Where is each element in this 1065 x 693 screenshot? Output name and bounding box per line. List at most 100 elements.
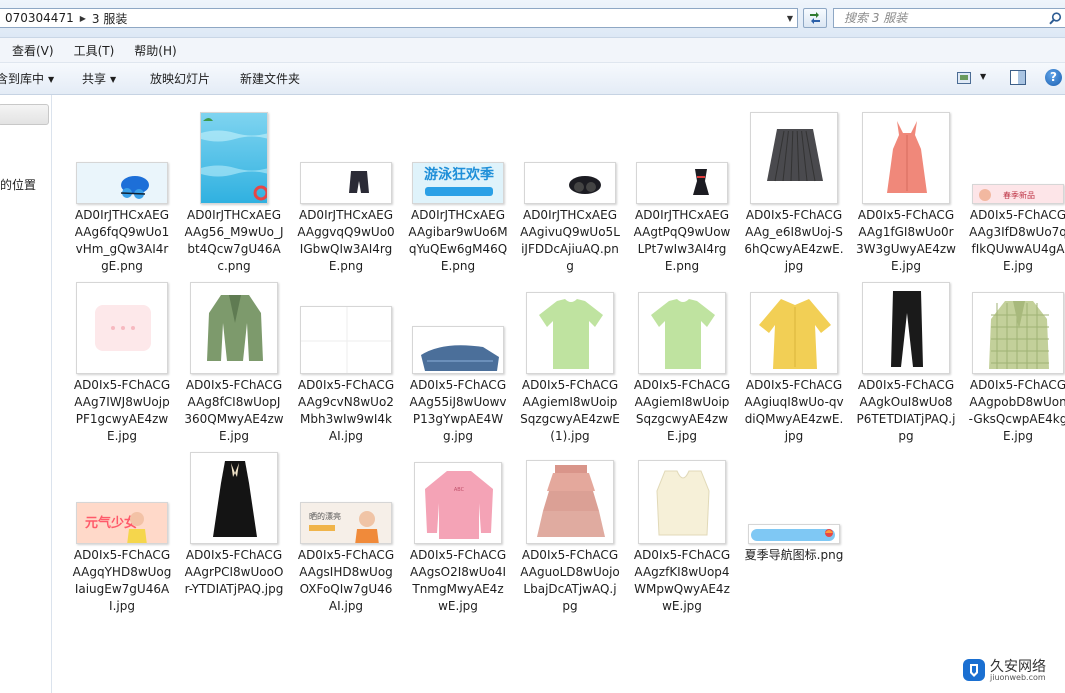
file-thumbnail[interactable]: [636, 162, 728, 204]
file-name-label[interactable]: AD0Ix5-FChACGAAg8fCI8wUopJ360QMwyAE4zwE.…: [184, 377, 284, 445]
preview-pane-icon[interactable]: [1010, 70, 1026, 85]
file-item[interactable]: AD0Ix5-FChACGAAgzfKI8wUop4WMpwQwyAE4zwE.…: [632, 443, 732, 613]
file-thumbnail[interactable]: ABC: [414, 462, 502, 544]
file-item[interactable]: AD0IrJTHCxAEGAAgivuQ9wUo5LiJFDDcAjiuAQ.p…: [520, 103, 620, 273]
new-folder-button[interactable]: 新建文件夹: [240, 70, 300, 87]
file-thumbnail[interactable]: 晒的漂亮: [300, 502, 392, 544]
file-name-label[interactable]: AD0IrJTHCxAEGAAgivuQ9wUo5LiJFDDcAjiuAQ.p…: [520, 207, 620, 275]
file-name-label[interactable]: AD0IrJTHCxAEGAAg6fqQ9wUo1vHm_gQw3AI4rgE.…: [72, 207, 172, 275]
file-item[interactable]: AD0Ix5-FChACGAAgkOuI8wUo8P6TETDIATjPAQ.j…: [856, 273, 956, 443]
file-name-label[interactable]: AD0Ix5-FChACGAAg_e6I8wUoj-S6hQcwyAE4zwE.…: [744, 207, 844, 275]
menu-view[interactable]: 查看(V): [4, 42, 62, 59]
file-name-label[interactable]: AD0Ix5-FChACGAAgiemI8wUoipSqzgcwyAE4zwE …: [520, 377, 620, 445]
address-bar[interactable]: 070304471 ▶ 3 服装 ▼: [0, 8, 798, 28]
file-item[interactable]: 晒的漂亮 AD0Ix5-FChACGAAgsIHD8wUogOXFoQIw7gU4…: [296, 443, 396, 613]
breadcrumb-folder-parent[interactable]: 070304471: [0, 11, 80, 25]
file-item[interactable]: 元气少女 AD0Ix5-FChACGAAgqYHD8wUogIaiugEw7gU4…: [72, 443, 172, 613]
view-dropdown-icon[interactable]: ▼: [980, 72, 986, 81]
file-name-label[interactable]: AD0Ix5-FChACGAAgzfKI8wUop4WMpwQwyAE4zwE.…: [632, 547, 732, 615]
file-name-label[interactable]: AD0Ix5-FChACGAAgiemI8wUoipSqzgcwyAE4zwE.…: [632, 377, 732, 445]
file-thumbnail[interactable]: [526, 460, 614, 544]
file-thumbnail[interactable]: [526, 292, 614, 374]
file-item[interactable]: AD0Ix5-FChACGAAg55iJ8wUowvP13gYwpAE4Wg.j…: [408, 273, 508, 443]
file-item[interactable]: AD0Ix5-FChACGAAgiemI8wUoipSqzgcwyAE4zwE …: [520, 273, 620, 443]
search-input[interactable]: [842, 10, 1056, 26]
file-name-label[interactable]: AD0Ix5-FChACGAAgqYHD8wUogIaiugEw7gU46AI.…: [72, 547, 172, 615]
file-thumbnail[interactable]: [200, 112, 268, 204]
file-item[interactable]: AD0Ix5-FChACGAAg9cvN8wUo2Mbh3wIw9wI4kAI.…: [296, 273, 396, 443]
view-options-icon[interactable]: [957, 72, 971, 84]
file-name-label[interactable]: AD0IrJTHCxAEGAAgibar9wUo6MqYuQEw6gM46QE.…: [408, 207, 508, 275]
file-thumbnail-area: [520, 103, 620, 204]
file-name-label[interactable]: AD0Ix5-FChACGAAg55iJ8wUowvP13gYwpAE4Wg.j…: [408, 377, 508, 445]
file-item[interactable]: AD0Ix5-FChACGAAgrPCI8wUooOr-YTDIATjPAQ.j…: [184, 443, 284, 608]
file-thumbnail[interactable]: 春季新品: [972, 184, 1064, 204]
file-item[interactable]: AD0IrJTHCxAEGAAg56_M9wUo_Jbt4Qcw7gU46Ac.…: [184, 103, 284, 273]
file-name-label[interactable]: AD0IrJTHCxAEGAAgtPqQ9wUowLPt7wIw3AI4rgE.…: [632, 207, 732, 275]
file-thumbnail[interactable]: [76, 162, 168, 204]
file-item[interactable]: AD0IrJTHCxAEGAAg6fqQ9wUo1vHm_gQw3AI4rgE.…: [72, 103, 172, 273]
file-thumbnail[interactable]: [412, 326, 504, 374]
help-icon[interactable]: ?: [1045, 69, 1062, 86]
nav-item-location[interactable]: 的位置: [0, 176, 36, 193]
file-name-label[interactable]: AD0IrJTHCxAEGAAg56_M9wUo_Jbt4Qcw7gU46Ac.…: [184, 207, 284, 275]
file-item[interactable]: AD0IrJTHCxAEGAAggvqQ9wUo0IGbwQIw3AI4rgE.…: [296, 103, 396, 273]
file-thumbnail[interactable]: 元气少女: [76, 502, 168, 544]
menu-tools[interactable]: 工具(T): [66, 42, 123, 59]
file-item[interactable]: AD0IrJTHCxAEGAAgtPqQ9wUowLPt7wIw3AI4rgE.…: [632, 103, 732, 273]
include-in-library-button[interactable]: 含到库中 ▼: [0, 70, 54, 87]
refresh-button[interactable]: [803, 8, 827, 28]
file-name-label[interactable]: AD0IrJTHCxAEGAAggvqQ9wUo0IGbwQIw3AI4rgE.…: [296, 207, 396, 275]
file-thumbnail[interactable]: 游泳狂欢季: [412, 162, 504, 204]
file-name-label[interactable]: AD0Ix5-FChACGAAg3IfD8wUo7qfIkQUwwAU4gAE.…: [968, 207, 1065, 275]
file-item[interactable]: AD0Ix5-FChACGAAg7IWJ8wUojpPF1gcwyAE4zwE.…: [72, 273, 172, 443]
command-toolbar: 含到库中 ▼ 共享 ▼ 放映幻灯片 新建文件夹 ▼ ?: [0, 63, 1065, 95]
file-item[interactable]: 游泳狂欢季 AD0IrJTHCxAEGAAgibar9wUo6MqYuQEw6gM…: [408, 103, 508, 273]
file-thumbnail[interactable]: [190, 282, 278, 374]
file-name-label[interactable]: AD0Ix5-FChACGAAgkOuI8wUo8P6TETDIATjPAQ.j…: [856, 377, 956, 445]
file-name-label[interactable]: AD0Ix5-FChACGAAguoLD8wUojoLbajDcATjwAQ.j…: [520, 547, 620, 615]
file-name-label[interactable]: AD0Ix5-FChACGAAgsIHD8wUogOXFoQIw7gU46AI.…: [296, 547, 396, 615]
watermark-logo-icon: [963, 659, 985, 681]
file-name-label[interactable]: AD0Ix5-FChACGAAgsO2I8wUo4ITnmgMwyAE4zwE.…: [408, 547, 508, 615]
file-thumbnail[interactable]: [638, 460, 726, 544]
file-item[interactable]: AD0Ix5-FChACGAAgiuqI8wUo-qvdiQMwyAE4zwE.…: [744, 273, 844, 443]
file-thumbnail[interactable]: [748, 524, 840, 544]
file-item[interactable]: AD0Ix5-FChACGAAguoLD8wUojoLbajDcATjwAQ.j…: [520, 443, 620, 613]
file-item[interactable]: 春季新品 AD0Ix5-FChACGAAg3IfD8wUo7qfIkQUwwAU4…: [968, 103, 1065, 273]
file-thumbnail[interactable]: [862, 282, 950, 374]
nav-selected-item[interactable]: [0, 104, 49, 125]
file-thumbnail[interactable]: [862, 112, 950, 204]
file-item[interactable]: AD0Ix5-FChACGAAg_e6I8wUoj-S6hQcwyAE4zwE.…: [744, 103, 844, 273]
breadcrumb-folder-current[interactable]: 3 服装: [86, 10, 133, 27]
share-button[interactable]: 共享 ▼: [82, 70, 116, 87]
file-thumbnail[interactable]: [750, 112, 838, 204]
search-box[interactable]: [833, 8, 1065, 28]
file-thumbnail[interactable]: [190, 452, 278, 544]
file-name-label[interactable]: AD0Ix5-FChACGAAgiuqI8wUo-qvdiQMwyAE4zwE.…: [744, 377, 844, 445]
file-name-label[interactable]: AD0Ix5-FChACGAAgpobD8wUon-GksQcwpAE4kgE.…: [968, 377, 1065, 445]
file-thumbnail[interactable]: [638, 292, 726, 374]
search-icon[interactable]: [1049, 12, 1062, 25]
file-thumbnail[interactable]: [524, 162, 616, 204]
file-thumbnail[interactable]: [76, 282, 168, 374]
file-item[interactable]: AD0Ix5-FChACGAAgpobD8wUon-GksQcwpAE4kgE.…: [968, 273, 1065, 443]
file-name-label[interactable]: 夏季导航图标.png: [744, 547, 844, 564]
menu-help[interactable]: 帮助(H): [126, 42, 184, 59]
file-item[interactable]: AD0Ix5-FChACGAAg1fGI8wUo0r3W3gUwyAE4zwE.…: [856, 103, 956, 273]
file-thumbnail[interactable]: [300, 306, 392, 374]
file-thumbnail[interactable]: [972, 292, 1064, 374]
file-item[interactable]: AD0Ix5-FChACGAAgiemI8wUoipSqzgcwyAE4zwE.…: [632, 273, 732, 443]
address-bar-row: 070304471 ▶ 3 服装 ▼: [0, 0, 1065, 38]
address-dropdown-icon[interactable]: ▼: [783, 9, 797, 27]
slideshow-button[interactable]: 放映幻灯片: [150, 70, 210, 87]
file-thumbnail[interactable]: [300, 162, 392, 204]
file-item[interactable]: ABC AD0Ix5-FChACGAAgsO2I8wUo4ITnmgMwyAE4z…: [408, 443, 508, 613]
file-item[interactable]: 夏季导航图标.png: [744, 443, 844, 608]
file-thumbnail[interactable]: [750, 292, 838, 374]
file-item[interactable]: AD0Ix5-FChACGAAg8fCI8wUopJ360QMwyAE4zwE.…: [184, 273, 284, 443]
file-name-label[interactable]: AD0Ix5-FChACGAAg7IWJ8wUojpPF1gcwyAE4zwE.…: [72, 377, 172, 445]
file-name-label[interactable]: AD0Ix5-FChACGAAg1fGI8wUo0r3W3gUwyAE4zwE.…: [856, 207, 956, 275]
file-name-label[interactable]: AD0Ix5-FChACGAAgrPCI8wUooOr-YTDIATjPAQ.j…: [184, 547, 284, 598]
file-name-label[interactable]: AD0Ix5-FChACGAAg9cvN8wUo2Mbh3wIw9wI4kAI.…: [296, 377, 396, 445]
